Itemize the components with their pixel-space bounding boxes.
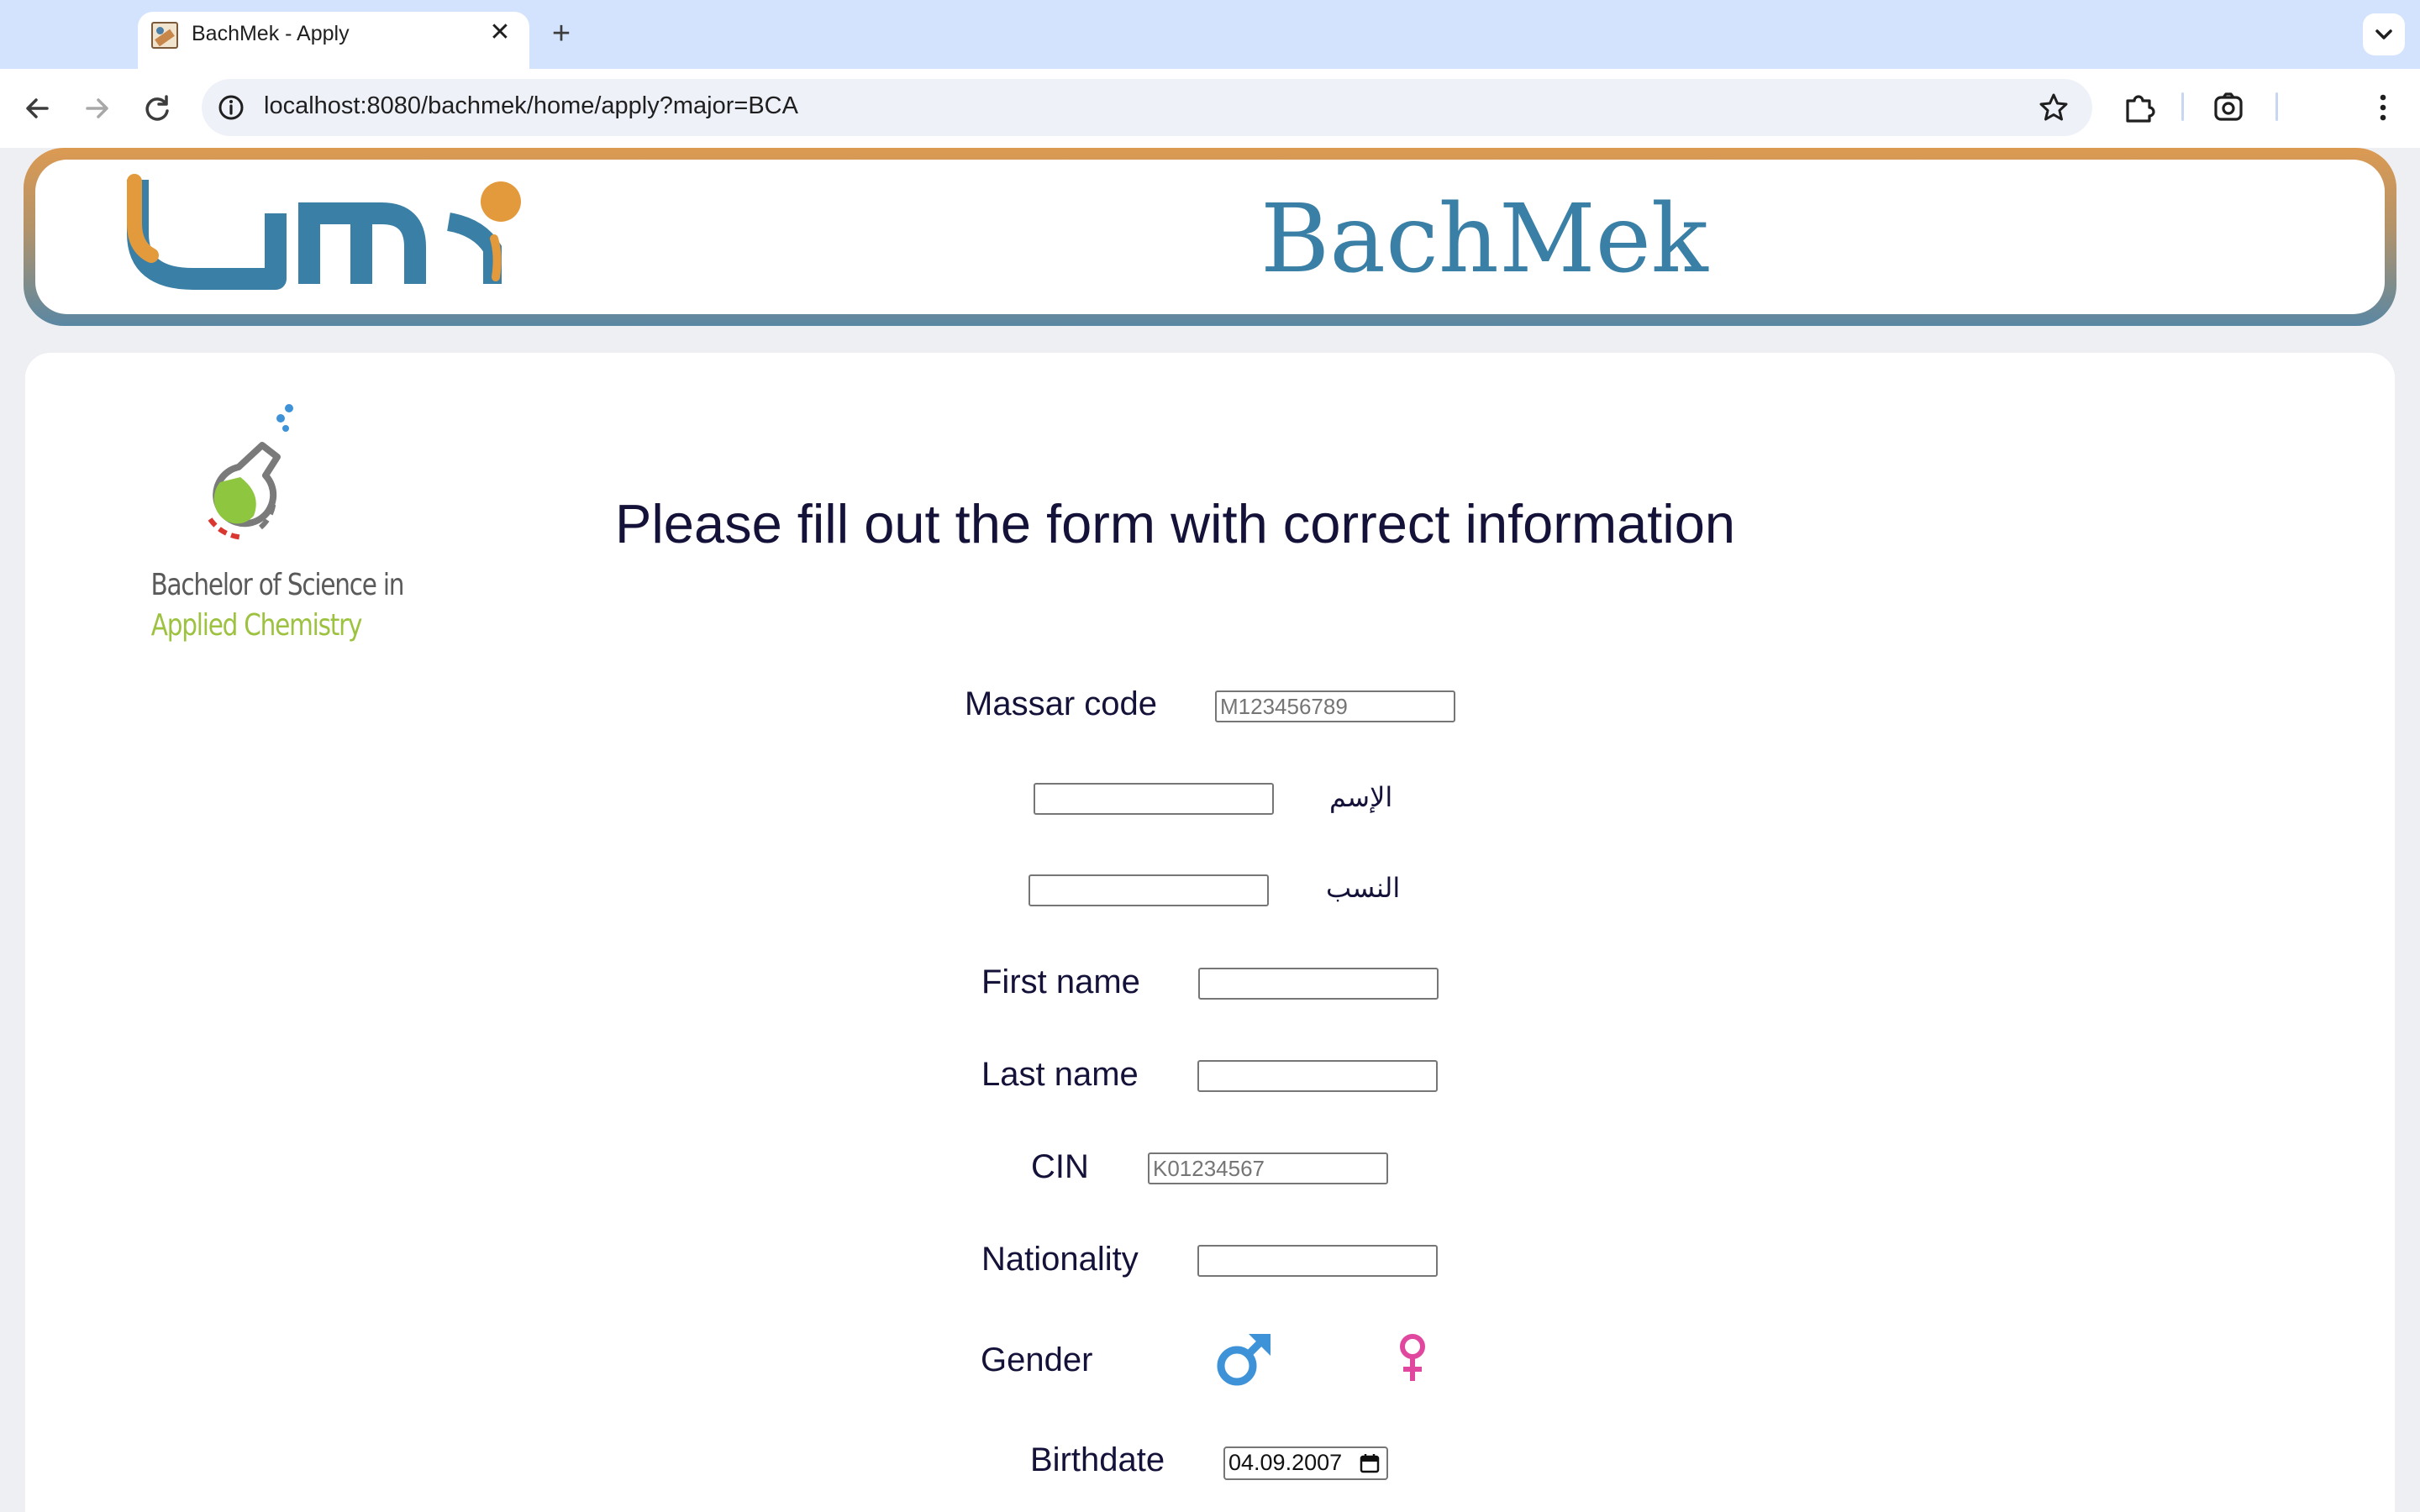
tab-close-icon[interactable]: ✕ [486, 18, 514, 47]
female-symbol-icon[interactable] [1395, 1332, 1430, 1383]
tab-search-button[interactable] [2363, 13, 2405, 55]
cin-label: CIN [1031, 1148, 1089, 1185]
birthdate-value[interactable]: 04.09.2007 [1228, 1450, 1342, 1476]
chevron-down-icon [2375, 29, 2392, 39]
first-name-label: First name [981, 963, 1140, 1000]
back-arrow-icon[interactable] [18, 89, 57, 128]
umi-logo-icon[interactable] [126, 171, 534, 296]
arabic-first-name-input[interactable] [1034, 783, 1274, 815]
new-tab-button[interactable]: + [544, 17, 578, 50]
arabic-first-name-label: الإسم [1329, 781, 1393, 813]
massar-code-label: Massar code [965, 685, 1157, 722]
last-name-label: Last name [981, 1056, 1139, 1093]
form-heading: Please fill out the form with correct in… [615, 493, 1736, 554]
calendar-icon[interactable] [1358, 1452, 1381, 1475]
birthdate-label: Birthdate [1030, 1441, 1165, 1478]
male-symbol-icon[interactable] [1212, 1327, 1276, 1391]
site-info-icon[interactable] [214, 91, 248, 124]
program-logo-line2: Applied Chemistry [150, 608, 363, 643]
site-title: BachMek [1260, 185, 1708, 294]
first-name-input[interactable] [1198, 968, 1439, 1000]
toolbar-divider [2181, 92, 2184, 121]
nationality-label: Nationality [981, 1241, 1139, 1278]
cin-input[interactable] [1148, 1152, 1388, 1184]
extensions-icon[interactable] [2119, 87, 2160, 128]
last-name-input[interactable] [1197, 1060, 1438, 1092]
reload-icon[interactable] [138, 89, 176, 128]
arabic-last-name-input[interactable] [1028, 874, 1269, 906]
tab-title[interactable]: BachMek - Apply [192, 22, 350, 46]
toolbar-divider [2275, 92, 2278, 121]
url-text[interactable]: localhost:8080/bachmek/home/apply?major=… [264, 92, 798, 120]
chemistry-flask-logo-icon [208, 404, 293, 540]
bookmark-star-icon[interactable] [2035, 89, 2072, 126]
site-favicon-icon [151, 22, 178, 49]
nationality-input[interactable] [1197, 1245, 1438, 1277]
massar-code-input[interactable] [1215, 690, 1455, 722]
program-logo-line1: Bachelor of Science in [150, 568, 405, 602]
google-lens-icon[interactable] [2208, 87, 2249, 128]
arabic-last-name-label: النسب [1326, 872, 1401, 904]
gender-label: Gender [981, 1341, 1093, 1378]
forward-arrow-icon[interactable] [77, 89, 116, 128]
kebab-menu-icon[interactable] [2368, 87, 2398, 128]
